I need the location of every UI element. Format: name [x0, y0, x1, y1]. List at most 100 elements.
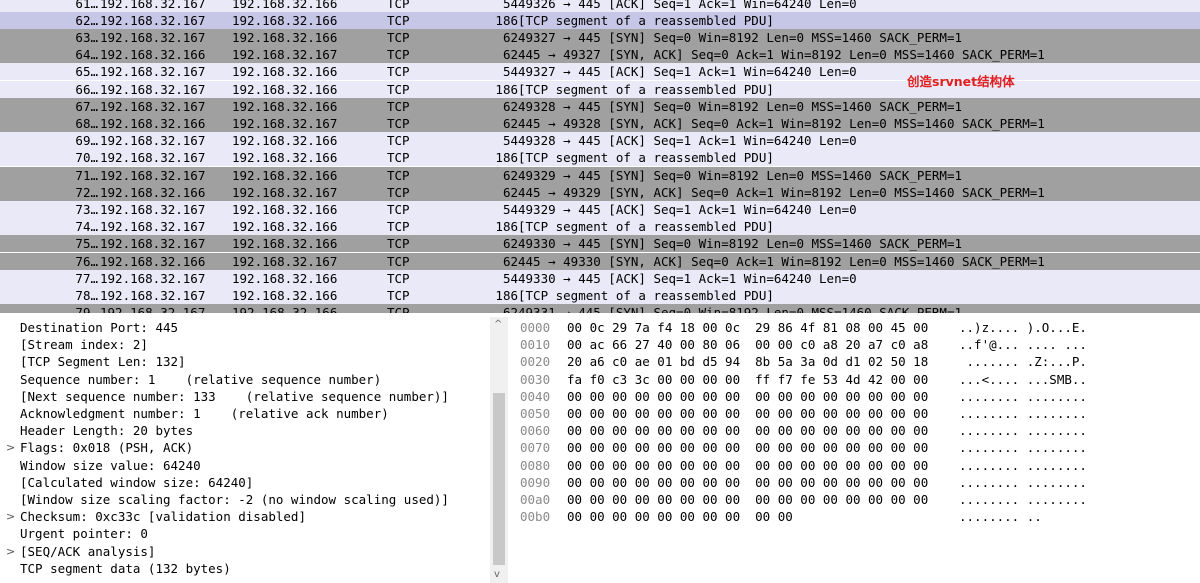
packet-info: 445 → 49329 [SYN, ACK] Seq=0 Ack=1 Win=8… — [518, 184, 1045, 200]
detail-row[interactable]: Destination Port: 445 — [0, 319, 490, 336]
packet-source: 192.168.32.167 — [100, 201, 206, 217]
packet-destination: 192.168.32.167 — [232, 184, 338, 200]
hex-bytes: 00 00 00 00 00 00 00 00 00 00 00 00 00 0… — [567, 492, 929, 507]
packet-row[interactable]: 66… 192.168.32.167 192.168.32.166 TCP 186 [TC… — [0, 80, 1200, 98]
packet-row[interactable]: 68… 192.168.32.166 192.168.32.167 TCP 62 445 … — [0, 114, 1200, 133]
packet-row[interactable]: 77… 192.168.32.167 192.168.32.166 TCP 54 4933… — [0, 269, 1200, 287]
detail-row[interactable]: TCP segment data (132 bytes) — [0, 560, 490, 577]
packet-length: 54 — [502, 270, 518, 286]
packet-number: 70… — [75, 150, 98, 166]
packet-protocol: TCP — [387, 201, 410, 217]
packet-destination: 192.168.32.166 — [232, 64, 338, 80]
packet-row[interactable]: 70… 192.168.32.167 192.168.32.166 TCP 186 [TC… — [0, 149, 1200, 167]
packet-length: 186 — [495, 81, 518, 97]
hex-offset: 0010 — [520, 337, 551, 353]
packet-length: 54 — [502, 64, 518, 80]
hex-offset: 0040 — [520, 388, 551, 404]
hex-ascii: ........ ........ — [959, 474, 1087, 490]
packet-info: [TCP segment of a reassembled PDU] — [518, 12, 774, 28]
detail-row[interactable]: [Next sequence number: 133 (relative seq… — [0, 388, 490, 405]
detail-row[interactable]: > Checksum: 0xc33c [validation disabled] — [0, 508, 490, 525]
detail-text: TCP segment data (132 bytes) — [20, 560, 231, 576]
packet-source: 192.168.32.166 — [100, 184, 206, 200]
detail-row[interactable]: > [SEQ/ACK analysis] — [0, 543, 490, 560]
packet-row[interactable]: 78… 192.168.32.167 192.168.32.166 TCP 186 [TC… — [0, 286, 1200, 305]
detail-row[interactable]: Header Length: 20 bytes — [0, 422, 490, 439]
packet-row[interactable]: 73… 192.168.32.167 192.168.32.166 TCP 54 4932… — [0, 200, 1200, 219]
packet-number: 74… — [75, 219, 98, 235]
packet-row[interactable]: 65… 192.168.32.167 192.168.32.166 TCP 54 4932… — [0, 63, 1200, 81]
packet-length: 62 — [502, 29, 518, 45]
packet-info: [TCP segment of a reassembled PDU] — [518, 150, 774, 166]
packet-protocol: TCP — [387, 98, 410, 114]
packet-number: 69… — [75, 133, 98, 149]
hex-bytes: 20 a6 c0 ae 01 bd d5 94 8b 5a 3a 0d d1 0… — [567, 354, 929, 370]
packet-source: 192.168.32.167 — [100, 12, 206, 28]
detail-row[interactable]: > Flags: 0x018 (PSH, ACK) — [0, 439, 490, 456]
packet-destination: 192.168.32.166 — [232, 305, 338, 313]
detail-text: Destination Port: 445 — [20, 320, 179, 335]
scrollbar-thumb[interactable] — [493, 393, 505, 565]
detail-row[interactable]: Acknowledgment number: 1 (relative ack n… — [0, 405, 490, 422]
packet-row[interactable]: 71… 192.168.32.167 192.168.32.166 TCP 62 4932… — [0, 166, 1200, 184]
detail-text: Flags: 0x018 (PSH, ACK) — [20, 440, 194, 456]
packet-length: 186 — [495, 12, 518, 28]
hex-offset: 0050 — [520, 406, 551, 421]
packet-protocol: TCP — [387, 150, 410, 166]
scroll-down-icon[interactable]: v — [494, 569, 500, 580]
packet-info: 49326 → 445 [ACK] Seq=1 Ack=1 Win=64240 … — [518, 0, 857, 11]
detail-text: [SEQ/ACK analysis] — [20, 543, 156, 559]
packet-protocol: TCP — [387, 115, 410, 131]
packet-row[interactable]: 74… 192.168.32.167 192.168.32.166 TCP 186 [TC… — [0, 218, 1200, 236]
packet-destination: 192.168.32.166 — [232, 201, 338, 217]
packet-number: 67… — [75, 98, 98, 114]
packet-source: 192.168.32.167 — [100, 133, 206, 149]
detail-row[interactable]: Urgent pointer: 0 — [0, 525, 490, 542]
packet-protocol: TCP — [387, 167, 410, 183]
packet-number: 63… — [75, 29, 98, 45]
packet-length: 62 — [502, 167, 518, 183]
packet-number: 66… — [75, 81, 98, 97]
packet-destination: 192.168.32.166 — [232, 0, 338, 11]
detail-row[interactable]: [Stream index: 2] — [0, 336, 490, 353]
packet-source: 192.168.32.167 — [100, 98, 206, 114]
detail-row[interactable]: [Calculated window size: 64240] — [0, 474, 490, 491]
detail-row[interactable]: Window size value: 64240 — [0, 457, 490, 474]
packet-info: 445 → 49330 [SYN, ACK] Seq=0 Ack=1 Win=8… — [518, 253, 1045, 269]
packet-number: 72… — [75, 184, 98, 200]
packet-number: 68… — [75, 115, 98, 131]
packet-row[interactable]: 69… 192.168.32.167 192.168.32.166 TCP 54 4932… — [0, 132, 1200, 150]
hex-bytes: 00 00 00 00 00 00 00 00 00 00 00 00 00 0… — [567, 457, 929, 473]
details-scrollbar[interactable]: ^ v — [490, 317, 508, 583]
packet-row[interactable]: 67… 192.168.32.167 192.168.32.166 TCP 62 4932… — [0, 97, 1200, 115]
packet-row[interactable]: 64… 192.168.32.166 192.168.32.167 TCP 62 445 … — [0, 46, 1200, 64]
detail-row[interactable]: Sequence number: 1 (relative sequence nu… — [0, 371, 490, 388]
scroll-up-icon[interactable]: ^ — [494, 319, 502, 330]
packet-row[interactable]: 72… 192.168.32.166 192.168.32.167 TCP 62 445 … — [0, 183, 1200, 201]
packet-number: 73… — [75, 201, 98, 217]
packet-row[interactable]: 62… 192.168.32.167 192.168.32.166 TCP 186 [TC… — [0, 11, 1200, 29]
expand-arrow-icon[interactable]: > — [6, 439, 15, 456]
packet-row[interactable]: 75… 192.168.32.167 192.168.32.166 TCP 62 4933… — [0, 235, 1200, 253]
packet-list: 61… 192.168.32.167 192.168.32.166 TCP 54 4932… — [0, 0, 1200, 313]
hex-ascii: ........ ........ — [959, 492, 1087, 507]
packet-bytes-pane: 0000 00 0c 29 7a f4 18 00 0c 29 86 4f 81 … — [512, 317, 1200, 583]
packet-number: 76… — [75, 253, 98, 269]
packet-row[interactable]: 61… 192.168.32.167 192.168.32.166 TCP 54 4932… — [0, 0, 1200, 12]
expand-arrow-icon[interactable]: > — [6, 543, 15, 560]
detail-row[interactable]: [Window size scaling factor: -2 (no wind… — [0, 491, 490, 508]
packet-row[interactable]: 76… 192.168.32.166 192.168.32.167 TCP 62 445 … — [0, 252, 1200, 270]
packet-number: 62… — [75, 12, 98, 28]
packet-row[interactable]: 79… 192.168.32.167 192.168.32.166 TCP 62 4933… — [0, 304, 1200, 313]
packet-row[interactable]: 63… 192.168.32.167 192.168.32.166 TCP 62 4932… — [0, 28, 1200, 47]
packet-protocol: TCP — [387, 12, 410, 28]
expand-arrow-icon[interactable]: > — [6, 508, 15, 525]
detail-row[interactable]: [TCP Segment Len: 132] — [0, 353, 490, 370]
packet-protocol: TCP — [387, 236, 410, 252]
packet-length: 62 — [502, 253, 518, 269]
packet-protocol: TCP — [387, 253, 410, 269]
packet-destination: 192.168.32.166 — [232, 12, 338, 28]
hex-bytes: 00 0c 29 7a f4 18 00 0c 29 86 4f 81 08 0… — [567, 320, 929, 335]
packet-source: 192.168.32.167 — [100, 81, 206, 97]
packet-length: 62 — [502, 184, 518, 200]
